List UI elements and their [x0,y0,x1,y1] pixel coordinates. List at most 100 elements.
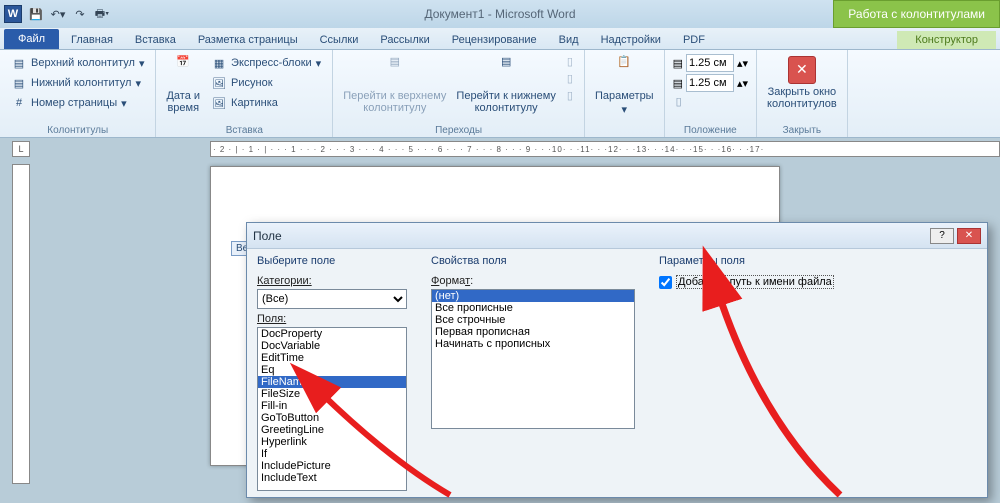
dialog-titlebar[interactable]: Поле ? ✕ [247,223,987,249]
footer-from-bottom[interactable]: ▤ ▴▾ [673,74,748,92]
col-select-field: Выберите поле Категории: (Все) Поля: Doc… [257,255,417,491]
contextual-tab-header: Работа с колонтитулами [833,0,1000,28]
group-headers: ▤Верхний колонтитул ▾ ▤Нижний колонтитул… [0,50,156,137]
field-option[interactable]: EditTime [258,352,406,364]
down-icon: ▤ [490,56,522,88]
field-option[interactable]: FileName [258,376,406,388]
format-option[interactable]: Все прописные [432,302,634,314]
params-button[interactable]: 📋Параметры▾ [593,54,656,118]
redo-icon[interactable]: ↷ [72,6,88,22]
field-option[interactable]: Fill-in [258,400,406,412]
tab-mail[interactable]: Рассылки [370,31,439,49]
group-label: Колонтитулы [8,124,147,137]
group-label: Закрыть [765,124,839,137]
add-path-checkbox[interactable] [659,276,672,289]
close-header-footer-button[interactable]: ✕Закрыть окно колонтитулов [765,54,839,112]
bottom-margin-icon: ▤ [673,77,683,90]
page-number-button[interactable]: #Номер страницы ▾ [8,94,147,112]
close-button[interactable]: ✕ [957,228,981,244]
format-option[interactable]: Начинать с прописных [432,338,634,350]
col-field-params: Параметры поля Добавить путь к имени фай… [659,255,977,491]
group-insert: 📅Дата и время ▦Экспресс-блоки ▾ 🖼Рисунок… [156,50,333,137]
close-icon: ✕ [788,56,816,84]
tab-selector[interactable]: L [12,141,30,157]
tab-pdf[interactable]: PDF [673,31,715,49]
goto-header-button[interactable]: ▤Перейти к верхнему колонтитулу [341,54,448,116]
field-option[interactable]: If [258,448,406,460]
header-icon: ▤ [11,55,27,71]
field-option[interactable]: IncludeText [258,472,406,484]
field-option[interactable]: DocVariable [258,340,406,352]
nav-link: ▯ [564,88,576,103]
clipart-button[interactable]: 🖼Картинка [208,94,324,112]
ribbon: ▤Верхний колонтитул ▾ ▤Нижний колонтитул… [0,50,1000,138]
date-time-button[interactable]: 📅Дата и время [164,54,202,116]
tab-addins[interactable]: Надстройки [591,31,671,49]
print-icon[interactable]: 🖶▾ [94,6,110,22]
spinner-icon[interactable]: ▴▾ [737,77,748,90]
footer-icon: ▤ [11,75,27,91]
group-navigation: ▤Перейти к верхнему колонтитулу ▤Перейти… [333,50,585,137]
group-label: Вставка [164,124,324,137]
field-option[interactable]: GoToButton [258,412,406,424]
field-option[interactable]: FileSize [258,388,406,400]
save-icon[interactable]: 💾 [28,6,44,22]
field-option[interactable]: IncludePicture [258,460,406,472]
help-button[interactable]: ? [930,228,954,244]
undo-icon[interactable]: ↶▾ [50,6,66,22]
col-field-props: Свойства поля Формат: (нет)Все прописные… [431,255,645,491]
group-close: ✕Закрыть окно колонтитулов Закрыть [757,50,848,137]
footer-button[interactable]: ▤Нижний колонтитул ▾ [8,74,147,92]
group-params: 📋Параметры▾ [585,50,665,137]
header-from-top[interactable]: ▤ ▴▾ [673,54,748,72]
categories-select[interactable]: (Все) [257,289,407,309]
top-margin-icon: ▤ [673,57,683,70]
categories-label: Категории: [257,275,417,287]
document-title: Документ1 - Microsoft Word [424,7,575,21]
up-icon: ▤ [379,56,411,88]
picture-icon: 🖼 [211,75,227,91]
align-tab-button[interactable]: ▯ [673,94,748,109]
tab-review[interactable]: Рецензирование [442,31,547,49]
header-button[interactable]: ▤Верхний колонтитул ▾ [8,54,147,72]
picture-button[interactable]: 🖼Рисунок [208,74,324,92]
tab-view[interactable]: Вид [549,31,589,49]
vertical-ruler[interactable] [12,164,30,484]
tab-designer[interactable]: Конструктор [897,31,996,49]
format-option[interactable]: Первая прописная [432,326,634,338]
ruler-row: L · 2 · | · 1 · | · · · 1 · · · 2 · · · … [0,138,1000,160]
goto-footer-button[interactable]: ▤Перейти к нижнему колонтитулу [454,54,557,116]
add-path-label: Добавить путь к имени файла [676,275,834,289]
ribbon-tabs: Файл Главная Вставка Разметка страницы С… [0,28,1000,50]
field-dialog: Поле ? ✕ Выберите поле Категории: (Все) … [246,222,988,498]
parts-icon: ▦ [211,55,227,71]
calendar-icon: 📅 [167,56,199,88]
tab-home[interactable]: Главная [61,31,123,49]
quick-parts-button[interactable]: ▦Экспресс-блоки ▾ [208,54,324,72]
title-bar: W 💾 ↶▾ ↷ 🖶▾ Документ1 - Microsoft Word Р… [0,0,1000,28]
nav-prev: ▯ [564,54,576,69]
quick-access-toolbar: 💾 ↶▾ ↷ 🖶▾ [28,6,110,22]
field-option[interactable]: DocProperty [258,328,406,340]
format-option[interactable]: (нет) [432,290,634,302]
section-heading: Параметры поля [659,255,977,267]
field-option[interactable]: Hyperlink [258,436,406,448]
dialog-title: Поле [253,229,930,243]
field-option[interactable]: Eq [258,364,406,376]
section-heading: Свойства поля [431,255,645,267]
horizontal-ruler[interactable]: · 2 · | · 1 · | · · · 1 · · · 2 · · · 3 … [210,141,1000,157]
add-path-checkbox-row[interactable]: Добавить путь к имени файла [659,275,977,289]
section-heading: Выберите поле [257,255,417,267]
tab-insert[interactable]: Вставка [125,31,186,49]
fields-label: Поля: [257,313,417,325]
field-option[interactable]: GreetingLine [258,424,406,436]
format-option[interactable]: Все строчные [432,314,634,326]
tab-file[interactable]: Файл [4,29,59,49]
spinner-icon[interactable]: ▴▾ [737,57,748,70]
group-label: Переходы [341,124,576,137]
tab-refs[interactable]: Ссылки [310,31,369,49]
format-listbox[interactable]: (нет)Все прописныеВсе строчныеПервая про… [431,289,635,429]
tab-layout[interactable]: Разметка страницы [188,31,308,49]
nav-next: ▯ [564,71,576,86]
fields-listbox[interactable]: DocPropertyDocVariableEditTimeEqFileName… [257,327,407,491]
